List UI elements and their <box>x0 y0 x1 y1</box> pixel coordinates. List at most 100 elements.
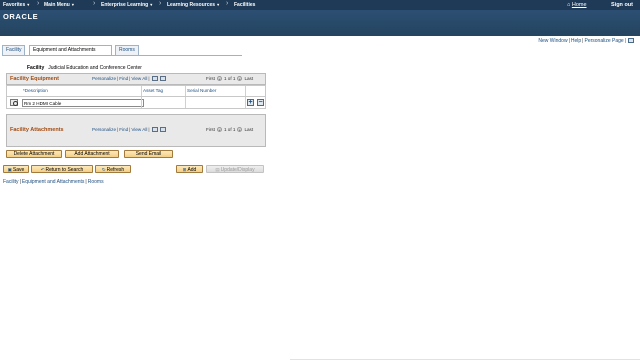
attachments-grid-pager: First ◂ 1 of 1 ▸ Last <box>206 127 254 133</box>
last-label: Last <box>244 127 254 132</box>
separator: | <box>568 38 570 44</box>
column-divider <box>141 86 142 96</box>
attachments-grid: Facility Attachments Personalize|Find|Vi… <box>6 114 266 147</box>
tab-divider <box>2 55 242 56</box>
add-attachment-button[interactable]: Add Attachment <box>65 150 119 158</box>
lookup-search-icon[interactable] <box>10 99 18 106</box>
table-row: + − <box>6 97 266 109</box>
range-label: 1 of 1 <box>223 76 236 81</box>
return-icon: ↶ <box>40 167 45 172</box>
equipment-grid-header: Facility Equipment Personalize|Find|View… <box>6 73 266 85</box>
enterprise-learning-label: Enterprise Learning <box>101 2 149 8</box>
equipment-grid-pager: First ◂ 1 of 1 ▸ Last <box>206 76 254 82</box>
bottom-page-links: Facility|Equipment and Attachments|Rooms <box>3 179 104 185</box>
breadcrumb-learning-resources[interactable]: Learning Resources ▾ <box>167 0 219 10</box>
find-link[interactable]: Find <box>119 76 128 81</box>
breadcrumb-facilities[interactable]: Facilities <box>234 0 255 10</box>
breadcrumb-separator-icon <box>93 0 97 7</box>
column-divider <box>185 86 186 96</box>
delete-attachment-button[interactable]: Delete Attachment <box>6 150 62 158</box>
column-divider <box>245 86 246 96</box>
home-label: Home <box>571 2 587 8</box>
favorites-label: Favorites <box>3 2 26 8</box>
refresh-icon: ↻ <box>101 167 106 172</box>
personalize-page-link[interactable]: Personalize Page <box>584 38 623 44</box>
help-link[interactable]: Help <box>571 38 581 44</box>
equipment-grid-title: Facility Equipment <box>10 76 59 82</box>
separator: | <box>148 76 150 81</box>
column-divider <box>185 97 186 108</box>
attachments-grid-title: Facility Attachments <box>10 127 64 133</box>
column-header-description[interactable]: *Description <box>23 88 48 93</box>
return-to-search-button[interactable]: ↶Return to Search <box>31 165 93 173</box>
equipment-grid-column-headers: *Description Asset Tag Serial Number <box>6 85 266 97</box>
top-nav-bar: Favorites▾ Main Menu▾ Enterprise Learnin… <box>0 0 640 10</box>
breadcrumb-separator-icon <box>159 0 163 7</box>
link-equipment-and-attachments[interactable]: Equipment and Attachments <box>22 179 85 185</box>
favorites-menu[interactable]: Favorites ▾ <box>3 0 29 10</box>
breadcrumb-enterprise-learning[interactable]: Enterprise Learning ▾ <box>101 0 152 10</box>
learning-resources-label: Learning Resources <box>167 2 216 8</box>
description-input[interactable] <box>22 99 144 107</box>
next-icon[interactable]: ▸ <box>237 127 243 133</box>
tab-equipment-and-attachments[interactable]: Equipment and Attachments <box>29 45 112 55</box>
link-rooms[interactable]: Rooms <box>88 179 104 185</box>
view-all-link[interactable]: View All <box>131 76 147 81</box>
utility-links: New Window|Help|Personalize Page| <box>538 38 634 44</box>
previous-icon[interactable]: ◂ <box>216 76 222 82</box>
separator: | <box>85 179 87 185</box>
range-label: 1 of 1 <box>223 127 236 132</box>
attachments-grid-tools: Personalize|Find|View All| <box>92 127 167 133</box>
personalize-link[interactable]: Personalize <box>92 127 116 132</box>
header-banner <box>0 10 640 36</box>
home-link[interactable]: ⌂ Home <box>567 0 587 10</box>
separator: | <box>148 127 150 132</box>
save-label: Save <box>12 167 25 173</box>
equipment-grid-tools: Personalize|Find|View All| <box>92 76 167 82</box>
new-window-link[interactable]: New Window <box>538 38 567 44</box>
sign-out-link[interactable]: Sign out <box>611 0 633 10</box>
home-icon: ⌂ <box>567 2 571 8</box>
facility-field: Facility Judicial Education and Conferenc… <box>27 65 142 71</box>
send-email-button[interactable]: Send Email <box>124 150 173 158</box>
view-all-link[interactable]: View All <box>131 127 147 132</box>
breadcrumb-separator-icon <box>37 0 41 7</box>
find-link[interactable]: Find <box>119 127 128 132</box>
chevron-down-icon: ▾ <box>27 2 30 7</box>
download-excel-icon[interactable] <box>159 76 166 82</box>
oracle-logo: ORACLE <box>3 12 39 21</box>
first-label: First <box>206 76 215 81</box>
personalize-link[interactable]: Personalize <box>92 76 116 81</box>
column-divider <box>141 97 142 108</box>
zoom-grid-icon[interactable] <box>151 76 158 82</box>
refresh-label: Refresh <box>106 167 125 173</box>
refresh-button[interactable]: ↻Refresh <box>95 165 131 173</box>
chevron-down-icon: ▾ <box>150 2 153 7</box>
main-menu-label: Main Menu <box>44 2 70 8</box>
column-header-serial-number[interactable]: Serial Number <box>187 88 216 93</box>
zoom-grid-icon[interactable] <box>151 127 158 133</box>
next-icon[interactable]: ▸ <box>237 76 243 82</box>
main-menu[interactable]: Main Menu ▾ <box>44 0 74 10</box>
facility-label: Facility <box>27 65 45 71</box>
delete-row-icon[interactable]: − <box>257 99 264 106</box>
last-label: Last <box>244 76 254 81</box>
first-label: First <box>206 127 215 132</box>
column-divider <box>245 97 246 108</box>
download-excel-icon[interactable] <box>159 127 166 133</box>
chevron-down-icon: ▾ <box>217 2 220 7</box>
save-icon: ▣ <box>7 167 12 172</box>
add-label: Add <box>187 167 197 173</box>
link-facility[interactable]: Facility <box>3 179 19 185</box>
tab-rooms[interactable]: Rooms <box>115 45 139 55</box>
add-button[interactable]: ⊞Add <box>176 165 203 173</box>
add-row-icon[interactable]: + <box>247 99 254 106</box>
return-label: Return to Search <box>45 167 84 173</box>
column-header-asset-tag[interactable]: Asset Tag <box>143 88 163 93</box>
update-display-button[interactable]: ▤Update/Display <box>206 165 264 173</box>
tab-facility[interactable]: Facility <box>2 45 25 55</box>
separator: | <box>19 179 21 185</box>
save-button[interactable]: ▣Save <box>3 165 29 173</box>
previous-icon[interactable]: ◂ <box>216 127 222 133</box>
page-options-icon[interactable] <box>628 38 634 44</box>
